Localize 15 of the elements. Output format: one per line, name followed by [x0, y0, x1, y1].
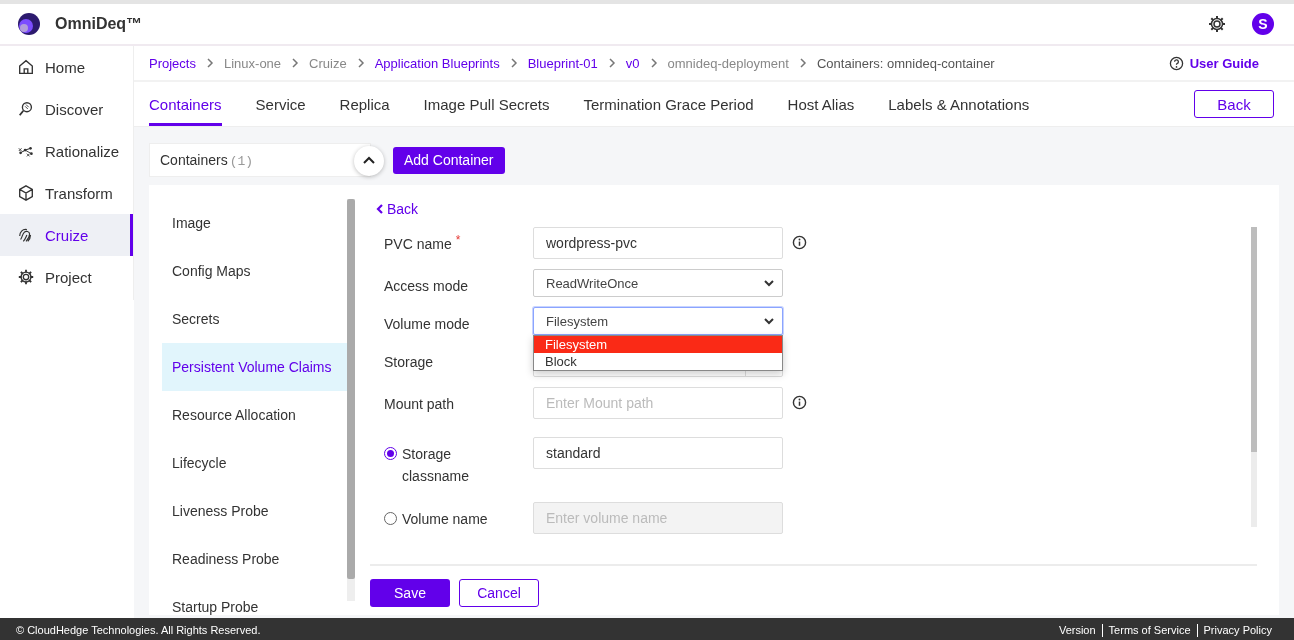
breadcrumb-item: Cruize: [309, 55, 347, 71]
field-label: PVC name: [384, 235, 452, 254]
field-label: Mount path: [384, 395, 455, 414]
breadcrumb-item: Linux-one: [223, 55, 282, 71]
field-label: Storage: [384, 353, 434, 372]
breadcrumb-item: Containers: omnideq-container: [816, 55, 995, 71]
brand-name: OmniDeq™: [55, 15, 143, 33]
copyright-text: © CloudHedge Technologies. All Rights Reserved.: [16, 624, 261, 636]
radio-label: Storage classname: [402, 445, 470, 486]
panel-title: Containers(1): [160, 151, 254, 169]
radio-label: Volume name: [402, 510, 489, 529]
breadcrumb-item: omnideq-deployment: [667, 55, 789, 71]
field-label: Access mode: [384, 277, 469, 296]
required-mark: *: [455, 233, 461, 247]
field-label: Volume mode: [384, 315, 470, 334]
